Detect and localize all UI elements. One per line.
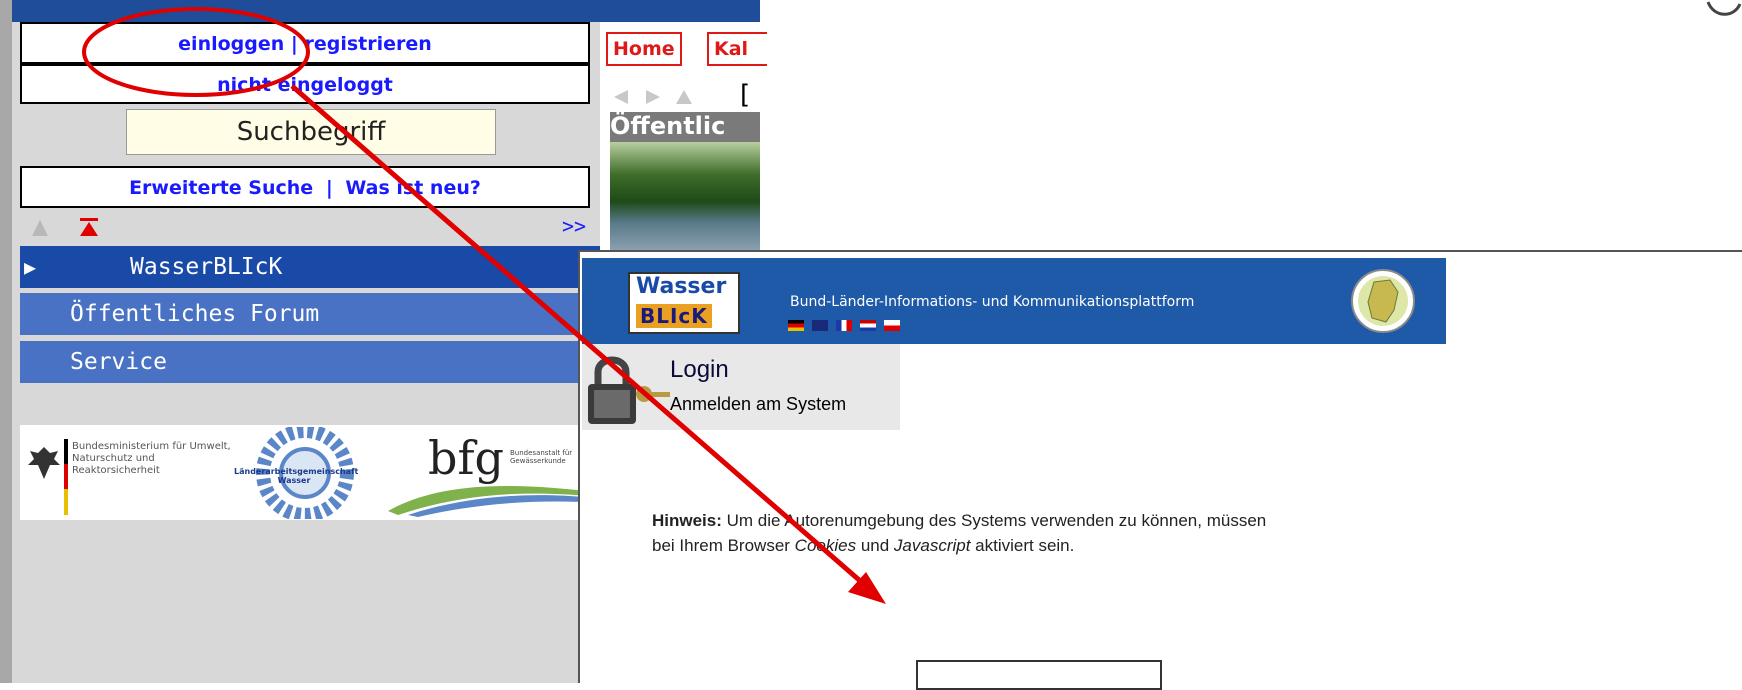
menu-item-forum[interactable]: Öffentliches Forum bbox=[20, 293, 608, 335]
login-status-box: nicht eingeloggt bbox=[20, 64, 590, 104]
header-banner: Wasser BLIcK Bund-Länder-Informations- u… bbox=[582, 258, 1446, 344]
bracket-text: [ bbox=[740, 80, 751, 110]
corner-logo-fragment bbox=[1706, 1, 1742, 16]
flag-nl-icon[interactable] bbox=[860, 320, 876, 331]
window-edge bbox=[0, 0, 12, 683]
collapse-up-icon[interactable] bbox=[32, 220, 48, 236]
landscape-photo bbox=[610, 142, 760, 250]
federal-states-seal bbox=[1351, 269, 1415, 333]
lawa-logo-text: Länderarbeitsgemeinschaft Wasser bbox=[234, 467, 359, 485]
login-separator: | bbox=[290, 33, 298, 55]
login-status: nicht eingeloggt bbox=[217, 74, 393, 96]
active-arrow-icon: ▶ bbox=[24, 255, 37, 279]
search-links-box: Erweiterte Suche | Was ist neu? bbox=[20, 166, 590, 208]
login-subtitle: Anmelden am System bbox=[670, 394, 847, 414]
hint-text: Hinweis: Um die Autorenumgebung des Syst… bbox=[652, 508, 1292, 558]
ministry-logo-text: Bundesministerium für Umwelt, Naturschut… bbox=[72, 441, 231, 476]
username-input[interactable] bbox=[916, 660, 1162, 690]
hint-javascript: Javascript bbox=[893, 536, 971, 555]
language-flags bbox=[788, 320, 958, 334]
flag-uk-icon[interactable] bbox=[812, 320, 828, 331]
german-flag-stripe bbox=[64, 439, 68, 515]
forward-arrow-icon[interactable] bbox=[646, 90, 660, 104]
menu-item-label: WasserBLIcK bbox=[130, 254, 283, 280]
menu-item-label: Service bbox=[70, 349, 167, 375]
logo-top-text: Wasser bbox=[636, 274, 727, 299]
bfg-wave-graphic bbox=[388, 486, 602, 517]
whats-new-link[interactable]: Was ist neu? bbox=[345, 177, 481, 199]
collapse-all-icon[interactable] bbox=[80, 218, 98, 236]
tab-kalender[interactable]: Kal bbox=[707, 32, 767, 66]
tab-home[interactable]: Home bbox=[606, 32, 682, 66]
expand-link[interactable]: >> bbox=[562, 214, 586, 238]
flag-de-icon[interactable] bbox=[788, 320, 804, 331]
menu-item-service[interactable]: Service bbox=[20, 341, 608, 383]
padlock-icon bbox=[588, 356, 670, 424]
federal-eagle-icon bbox=[28, 447, 60, 479]
menu-item-wasserblick[interactable]: ▶ WasserBLIcK bbox=[20, 246, 608, 288]
hint-and: und bbox=[856, 536, 894, 555]
search-input[interactable]: Suchbegriff bbox=[126, 109, 496, 155]
top-strip bbox=[12, 0, 760, 22]
up-arrow-icon[interactable] bbox=[676, 90, 692, 104]
back-arrow-icon[interactable] bbox=[614, 90, 628, 104]
flag-cz-icon[interactable] bbox=[884, 320, 900, 331]
search-links-separator: | bbox=[325, 177, 333, 199]
menu-item-label: Öffentliches Forum bbox=[70, 301, 320, 327]
hint-label: Hinweis: bbox=[652, 511, 722, 530]
login-title: Login bbox=[670, 356, 729, 383]
forum-heading: Öffentlic bbox=[610, 112, 760, 142]
banner-title: Bund-Länder-Informations- und Kommunikat… bbox=[790, 294, 1195, 310]
login-link[interactable]: einloggen bbox=[178, 33, 284, 55]
register-link[interactable]: registrieren bbox=[304, 33, 431, 55]
login-header: Login Anmelden am System bbox=[582, 344, 900, 430]
wasserblick-logo: Wasser BLIcK bbox=[628, 272, 740, 334]
flag-fr-icon[interactable] bbox=[836, 320, 852, 331]
history-controls bbox=[614, 90, 692, 104]
logo-bottom-text: BLIcK bbox=[636, 304, 712, 328]
tree-controls bbox=[32, 218, 98, 236]
partner-logos: Bundesministerium für Umwelt, Naturschut… bbox=[20, 425, 608, 520]
advanced-search-link[interactable]: Erweiterte Suche bbox=[129, 177, 313, 199]
hint-cookies: Cookies bbox=[794, 536, 857, 555]
hint-end: aktiviert sein. bbox=[970, 536, 1075, 555]
login-register-box: einloggen | registrieren bbox=[20, 22, 590, 64]
